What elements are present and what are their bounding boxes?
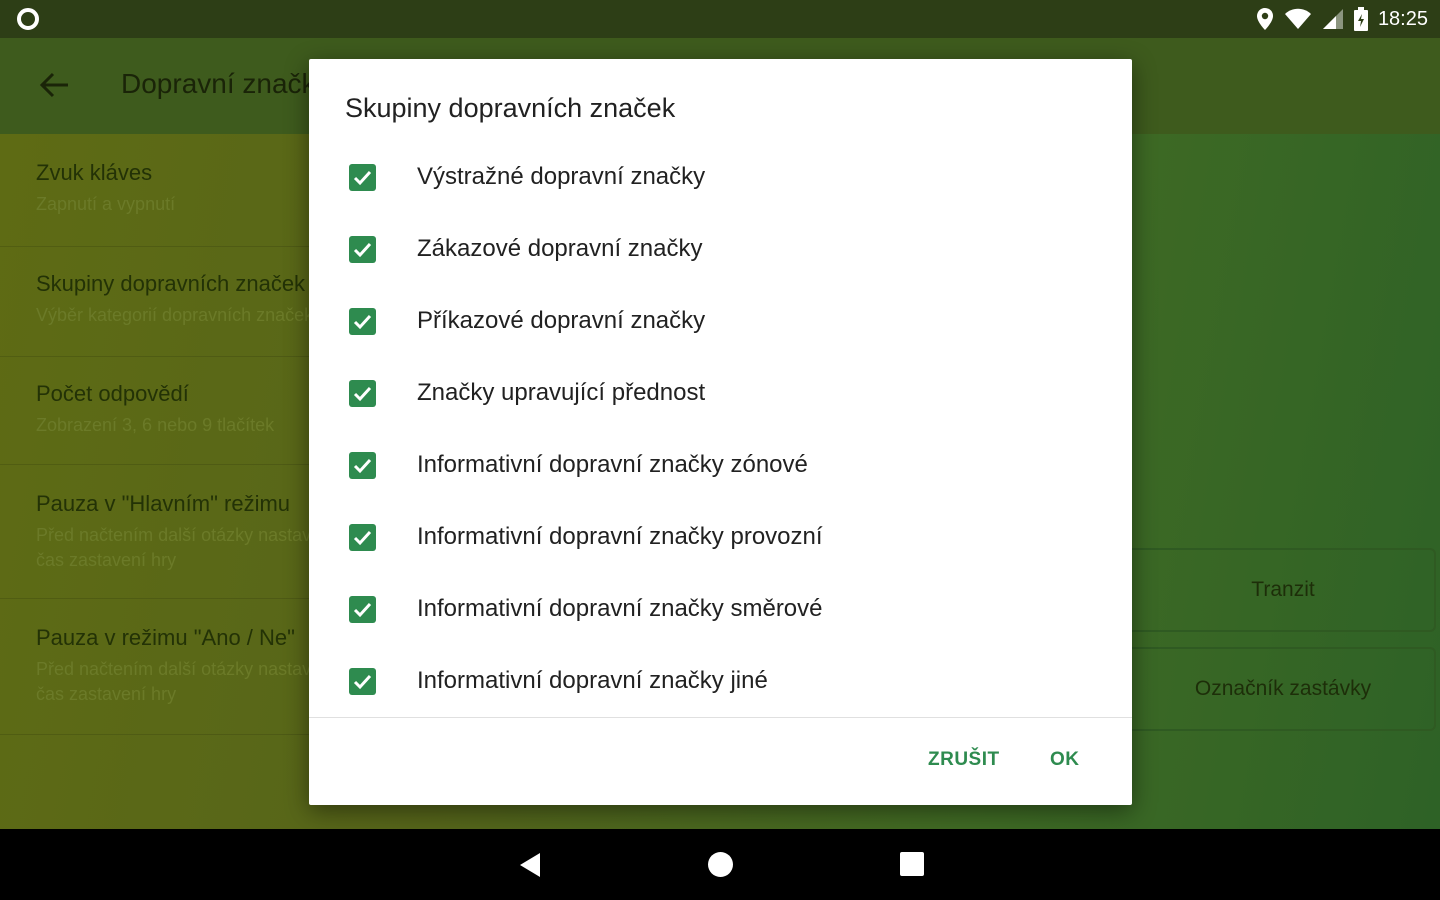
- checkbox[interactable]: [349, 164, 376, 191]
- settings-item-title: Pauza v "Hlavním" režimu: [36, 491, 291, 516]
- circle-icon: [17, 8, 39, 30]
- option-warning-signs[interactable]: Výstražné dopravní značky: [309, 146, 1132, 206]
- dialog-title: Skupiny dopravních značek: [345, 93, 676, 123]
- checkbox[interactable]: [349, 452, 376, 479]
- settings-item-answer-count[interactable]: Počet odpovědí Zobrazení 3, 6 nebo 9 tla…: [0, 357, 330, 465]
- option-label: Příkazové dopravní značky: [417, 307, 706, 334]
- stop-marker-card[interactable]: Označník zastávky: [1132, 647, 1436, 731]
- option-priority-signs[interactable]: Značky upravující přednost: [309, 362, 1132, 422]
- settings-item-main-pause[interactable]: Pauza v "Hlavním" režimu Před načtením d…: [0, 465, 336, 599]
- option-label: Informativní dopravní značky provozní: [417, 523, 823, 550]
- status-bar: 18:25: [0, 0, 1440, 38]
- back-arrow-icon[interactable]: [38, 68, 72, 102]
- checkmark-icon: [353, 314, 372, 330]
- checkmark-icon: [353, 242, 372, 258]
- checkbox[interactable]: [349, 236, 376, 263]
- settings-item-subtitle: Výběr kategorií dopravních značek: [36, 305, 314, 325]
- option-label: Značky upravující přednost: [417, 379, 706, 406]
- location-icon: [1256, 8, 1273, 30]
- nav-home-icon[interactable]: [708, 852, 733, 877]
- dialog-divider: [309, 717, 1132, 718]
- checkbox[interactable]: [349, 524, 376, 551]
- signal-icon: [1322, 9, 1343, 29]
- checkbox[interactable]: [349, 308, 376, 335]
- checkmark-icon: [353, 674, 372, 690]
- option-other-signs[interactable]: Informativní dopravní značky jiné: [309, 650, 1132, 710]
- checkmark-icon: [353, 458, 372, 474]
- settings-item-subtitle: Zobrazení 3, 6 nebo 9 tlačítek: [36, 415, 275, 435]
- ok-button[interactable]: OK: [1050, 749, 1080, 771]
- checkmark-icon: [353, 386, 372, 402]
- settings-item-subtitle-2: čas zastavení hry: [36, 684, 177, 704]
- cancel-button[interactable]: ZRUŠIT: [928, 749, 1000, 771]
- checkbox[interactable]: [349, 596, 376, 623]
- settings-item-yesno-pause[interactable]: Pauza v režimu "Ano / Ne" Před načtením …: [0, 599, 336, 735]
- settings-item-title: Pauza v režimu "Ano / Ne": [36, 625, 295, 650]
- settings-item-key-sound[interactable]: Zvuk kláves Zapnutí a vypnutí: [0, 134, 330, 247]
- settings-item-subtitle: Zapnutí a vypnutí: [36, 194, 176, 214]
- settings-item-sign-groups[interactable]: Skupiny dopravních značek Výběr kategori…: [0, 247, 330, 357]
- wifi-icon: [1284, 8, 1311, 29]
- option-label: Výstražné dopravní značky: [417, 163, 706, 190]
- checkmark-icon: [353, 530, 372, 546]
- status-icons: 18:25: [1256, 6, 1428, 32]
- option-operational-signs[interactable]: Informativní dopravní značky provozní: [309, 506, 1132, 566]
- settings-item-subtitle: Před načtením další otázky nastavení: [36, 659, 337, 679]
- option-label: Zákazové dopravní značky: [417, 235, 703, 262]
- settings-item-subtitle: Před načtením další otázky nastavení: [36, 525, 337, 545]
- tranzit-card-label: Tranzit: [1251, 578, 1315, 601]
- battery-icon: [1353, 7, 1368, 31]
- settings-item-title: Počet odpovědí: [36, 381, 189, 406]
- settings-item-subtitle-2: čas zastavení hry: [36, 550, 177, 570]
- checkbox[interactable]: [349, 668, 376, 695]
- stop-marker-card-label: Označník zastávky: [1194, 677, 1372, 700]
- checkmark-icon: [353, 170, 372, 186]
- status-time: 18:25: [1377, 7, 1428, 30]
- option-label: Informativní dopravní značky jiné: [417, 667, 768, 694]
- option-label: Informativní dopravní značky směrové: [417, 595, 823, 622]
- tranzit-card[interactable]: Tranzit: [1132, 548, 1436, 632]
- nav-back-icon[interactable]: [518, 852, 542, 878]
- checkbox[interactable]: [349, 380, 376, 407]
- checkmark-icon: [353, 602, 372, 618]
- navigation-bar: [0, 829, 1440, 900]
- page-title: Dopravní značky: [121, 68, 330, 99]
- settings-item-title: Zvuk kláves: [36, 160, 153, 185]
- sign-groups-dialog: Skupiny dopravních značek Výstražné dopr…: [309, 59, 1132, 805]
- option-prohibitory-signs[interactable]: Zákazové dopravní značky: [309, 218, 1132, 278]
- nav-recent-icon[interactable]: [900, 852, 924, 876]
- option-mandatory-signs[interactable]: Příkazové dopravní značky: [309, 290, 1132, 350]
- option-label: Informativní dopravní značky zónové: [417, 451, 808, 478]
- option-directional-signs[interactable]: Informativní dopravní značky směrové: [309, 578, 1132, 638]
- settings-item-title: Skupiny dopravních značek: [36, 271, 306, 296]
- option-zone-signs[interactable]: Informativní dopravní značky zónové: [309, 434, 1132, 494]
